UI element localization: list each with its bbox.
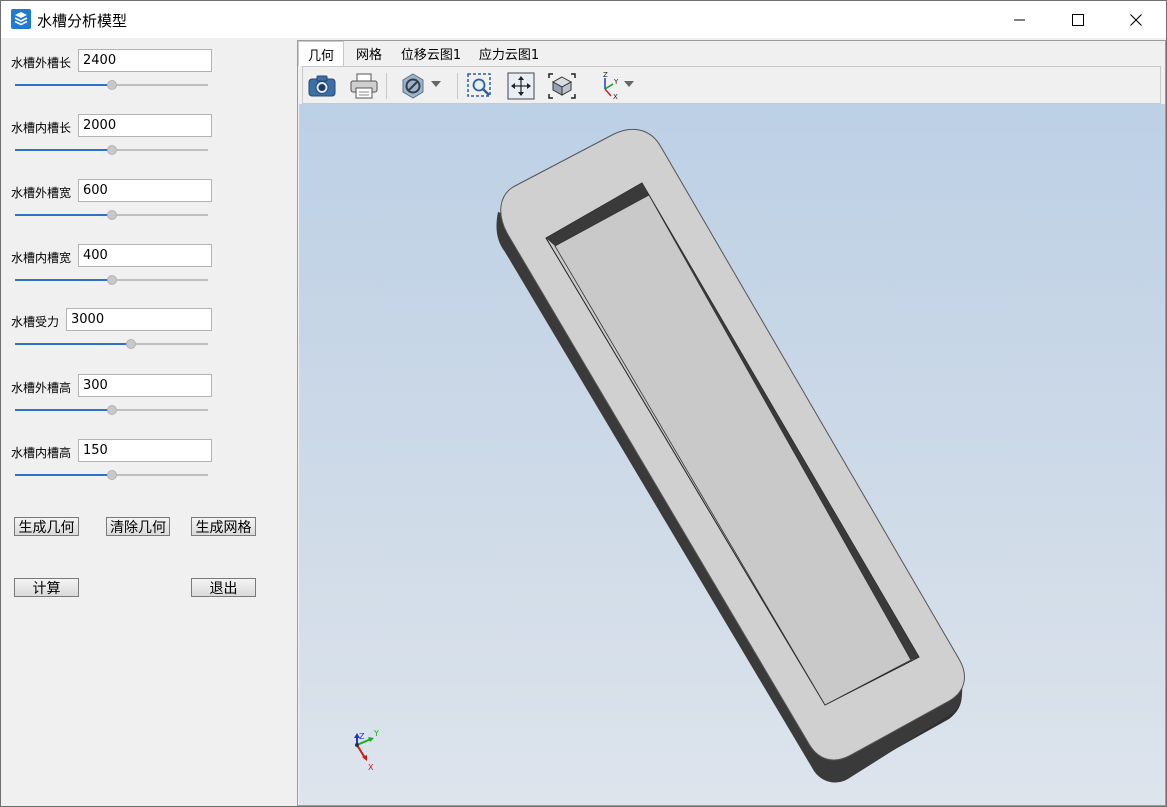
clear-geometry-button[interactable]: 清除几何 <box>106 517 170 536</box>
outer-height-slider[interactable] <box>15 404 208 416</box>
main-panel: 几何 网格 位移云图1 应力云图1 Z Y X Z Y X <box>297 40 1166 806</box>
svg-text:X: X <box>613 93 618 100</box>
axis-label-y: Y <box>373 729 379 738</box>
slider-fill <box>15 343 131 345</box>
param-label-inner-width: 水槽内槽宽 <box>11 251 72 265</box>
tab-stress-contour[interactable]: 应力云图1 <box>472 41 546 66</box>
generate-geometry-button[interactable]: 生成几何 <box>14 517 79 536</box>
outer-width-input[interactable]: 600 <box>78 179 212 202</box>
view-orientation-dropdown-icon[interactable] <box>624 81 634 87</box>
exit-button[interactable]: 退出 <box>191 578 256 597</box>
slider-fill <box>15 149 112 151</box>
app-icon <box>11 9 31 29</box>
axis-label-x: X <box>368 763 374 772</box>
slider-thumb[interactable] <box>106 80 117 90</box>
slider-fill <box>15 214 112 216</box>
camera-icon <box>308 75 336 97</box>
slider-thumb[interactable] <box>106 210 117 220</box>
pan-icon <box>507 72 535 100</box>
outer-height-input[interactable]: 300 <box>78 374 212 397</box>
toolbar-separator <box>457 73 458 99</box>
fit-view-icon <box>548 73 576 99</box>
axes-triad-icon: Z Y X <box>354 729 379 772</box>
inner-length-input[interactable]: 2000 <box>78 114 212 137</box>
compute-button[interactable]: 计算 <box>14 578 79 597</box>
param-label-inner-length: 水槽内槽长 <box>11 121 72 135</box>
maximize-icon <box>1072 13 1084 26</box>
inner-width-slider[interactable] <box>15 274 208 286</box>
app-window: 水槽分析模型 水槽外槽长 2400 水槽内槽长 2000 水槽外槽宽 600 水… <box>0 0 1167 807</box>
axes-orientation-icon: Z Y X <box>603 72 619 100</box>
generate-mesh-button[interactable]: 生成网格 <box>191 517 256 536</box>
slider-fill <box>15 279 112 281</box>
window-title: 水槽分析模型 <box>37 12 128 30</box>
slider-fill <box>15 84 112 86</box>
force-slider[interactable] <box>15 338 208 350</box>
view-orientation-button[interactable]: Z Y X <box>593 71 623 101</box>
zoom-window-icon <box>467 73 491 97</box>
viewer-toolbar: Z Y X <box>302 66 1161 104</box>
slider-thumb[interactable] <box>106 275 117 285</box>
tab-mesh[interactable]: 网格 <box>346 41 392 66</box>
axis-label-z: Z <box>359 732 365 741</box>
3d-viewport[interactable]: Z Y X <box>299 104 1165 805</box>
outer-width-slider[interactable] <box>15 209 208 221</box>
close-icon <box>1130 13 1142 26</box>
slider-thumb[interactable] <box>106 405 117 415</box>
param-label-force: 水槽受力 <box>11 315 60 329</box>
slider-fill <box>15 409 112 411</box>
tab-geometry[interactable]: 几何 <box>298 41 344 66</box>
display-mode-icon <box>402 73 424 99</box>
print-icon <box>350 73 378 99</box>
inner-height-input[interactable]: 150 <box>78 439 212 462</box>
title-bar: 水槽分析模型 <box>1 1 1166 38</box>
force-input[interactable]: 3000 <box>66 308 212 331</box>
outer-length-slider[interactable] <box>15 79 208 91</box>
param-label-outer-height: 水槽外槽高 <box>11 381 72 395</box>
tab-bar: 几何 网格 位移云图1 应力云图1 <box>298 41 1165 66</box>
tab-displacement-contour[interactable]: 位移云图1 <box>394 41 468 66</box>
svg-text:Z: Z <box>603 72 608 79</box>
toolbar-separator <box>386 73 387 99</box>
zoom-window-button[interactable] <box>465 71 495 101</box>
display-mode-dropdown-icon[interactable] <box>431 81 441 87</box>
outer-length-input[interactable]: 2400 <box>78 49 212 72</box>
inner-width-input[interactable]: 400 <box>78 244 212 267</box>
inner-length-slider[interactable] <box>15 144 208 156</box>
slider-thumb[interactable] <box>106 470 117 480</box>
slider-fill <box>15 474 112 476</box>
parameter-panel: 水槽外槽长 2400 水槽内槽长 2000 水槽外槽宽 600 水槽内槽宽 40… <box>1 38 297 806</box>
minimize-icon <box>1014 19 1025 20</box>
minimize-button[interactable] <box>991 1 1049 38</box>
print-button[interactable] <box>349 71 379 101</box>
screenshot-button[interactable] <box>307 71 337 101</box>
maximize-button[interactable] <box>1049 1 1107 38</box>
slider-thumb[interactable] <box>106 145 117 155</box>
param-label-outer-length: 水槽外槽长 <box>11 56 72 70</box>
pan-button[interactable] <box>506 71 536 101</box>
param-label-outer-width: 水槽外槽宽 <box>11 186 72 200</box>
fit-view-button[interactable] <box>547 71 577 101</box>
inner-height-slider[interactable] <box>15 469 208 481</box>
svg-text:Y: Y <box>613 78 619 86</box>
param-label-inner-height: 水槽内槽高 <box>11 446 72 460</box>
display-mode-button[interactable] <box>398 71 428 101</box>
slider-thumb[interactable] <box>125 339 136 349</box>
sink-model <box>496 128 965 783</box>
close-button[interactable] <box>1107 1 1165 38</box>
